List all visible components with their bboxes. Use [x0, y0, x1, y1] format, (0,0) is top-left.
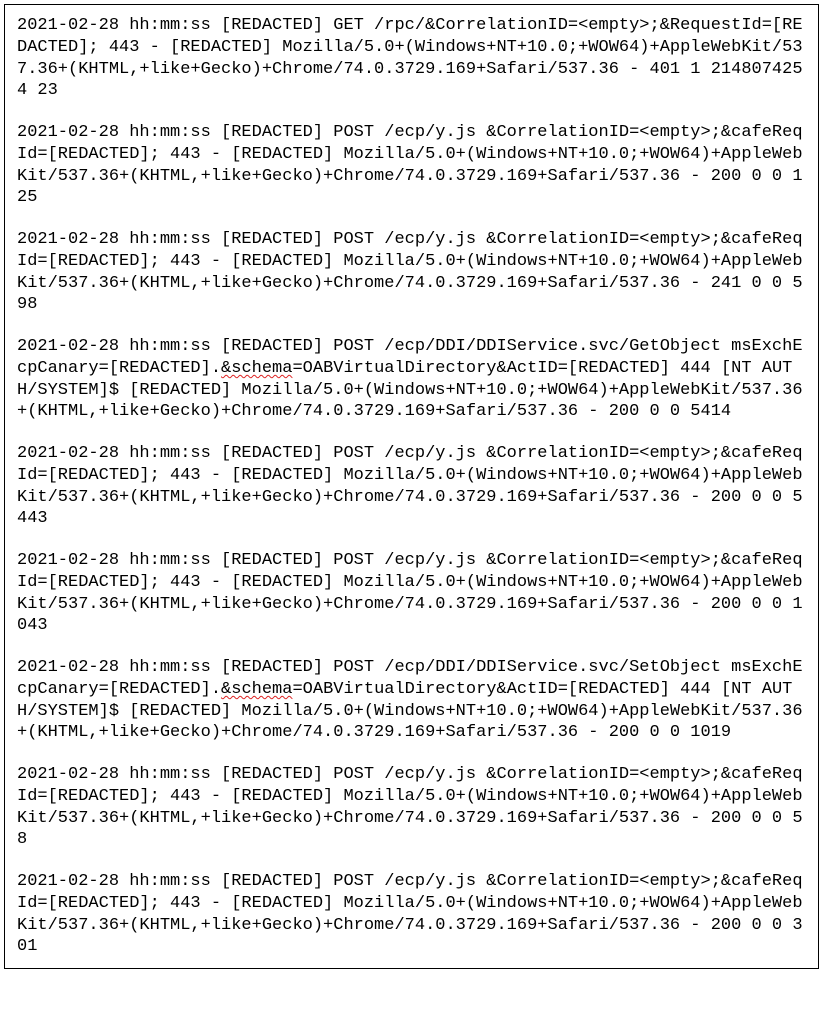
error-mark: &schema [221, 359, 292, 378]
log-entry: 2021-02-28 hh:mm:ss [REDACTED] GET /rpc/… [17, 15, 806, 102]
log-text: 2021-02-28 hh:mm:ss [REDACTED] POST /ecp… [17, 444, 803, 528]
log-text: 2021-02-28 hh:mm:ss [REDACTED] GET /rpc/… [17, 16, 803, 100]
log-entry: 2021-02-28 hh:mm:ss [REDACTED] POST /ecp… [17, 657, 806, 744]
error-mark: &schema [221, 680, 292, 699]
log-text: 2021-02-28 hh:mm:ss [REDACTED] POST /ecp… [17, 872, 803, 956]
log-entry: 2021-02-28 hh:mm:ss [REDACTED] POST /ecp… [17, 122, 806, 209]
log-container: 2021-02-28 hh:mm:ss [REDACTED] GET /rpc/… [4, 4, 819, 969]
log-text: 2021-02-28 hh:mm:ss [REDACTED] POST /ecp… [17, 551, 803, 635]
log-text: 2021-02-28 hh:mm:ss [REDACTED] POST /ecp… [17, 230, 803, 314]
log-entry: 2021-02-28 hh:mm:ss [REDACTED] POST /ecp… [17, 229, 806, 316]
log-entry: 2021-02-28 hh:mm:ss [REDACTED] POST /ecp… [17, 871, 806, 958]
log-entry: 2021-02-28 hh:mm:ss [REDACTED] POST /ecp… [17, 443, 806, 530]
log-entry: 2021-02-28 hh:mm:ss [REDACTED] POST /ecp… [17, 764, 806, 851]
log-text: 2021-02-28 hh:mm:ss [REDACTED] POST /ecp… [17, 765, 803, 849]
log-entry: 2021-02-28 hh:mm:ss [REDACTED] POST /ecp… [17, 336, 806, 423]
log-text: 2021-02-28 hh:mm:ss [REDACTED] POST /ecp… [17, 123, 803, 207]
log-entry: 2021-02-28 hh:mm:ss [REDACTED] POST /ecp… [17, 550, 806, 637]
